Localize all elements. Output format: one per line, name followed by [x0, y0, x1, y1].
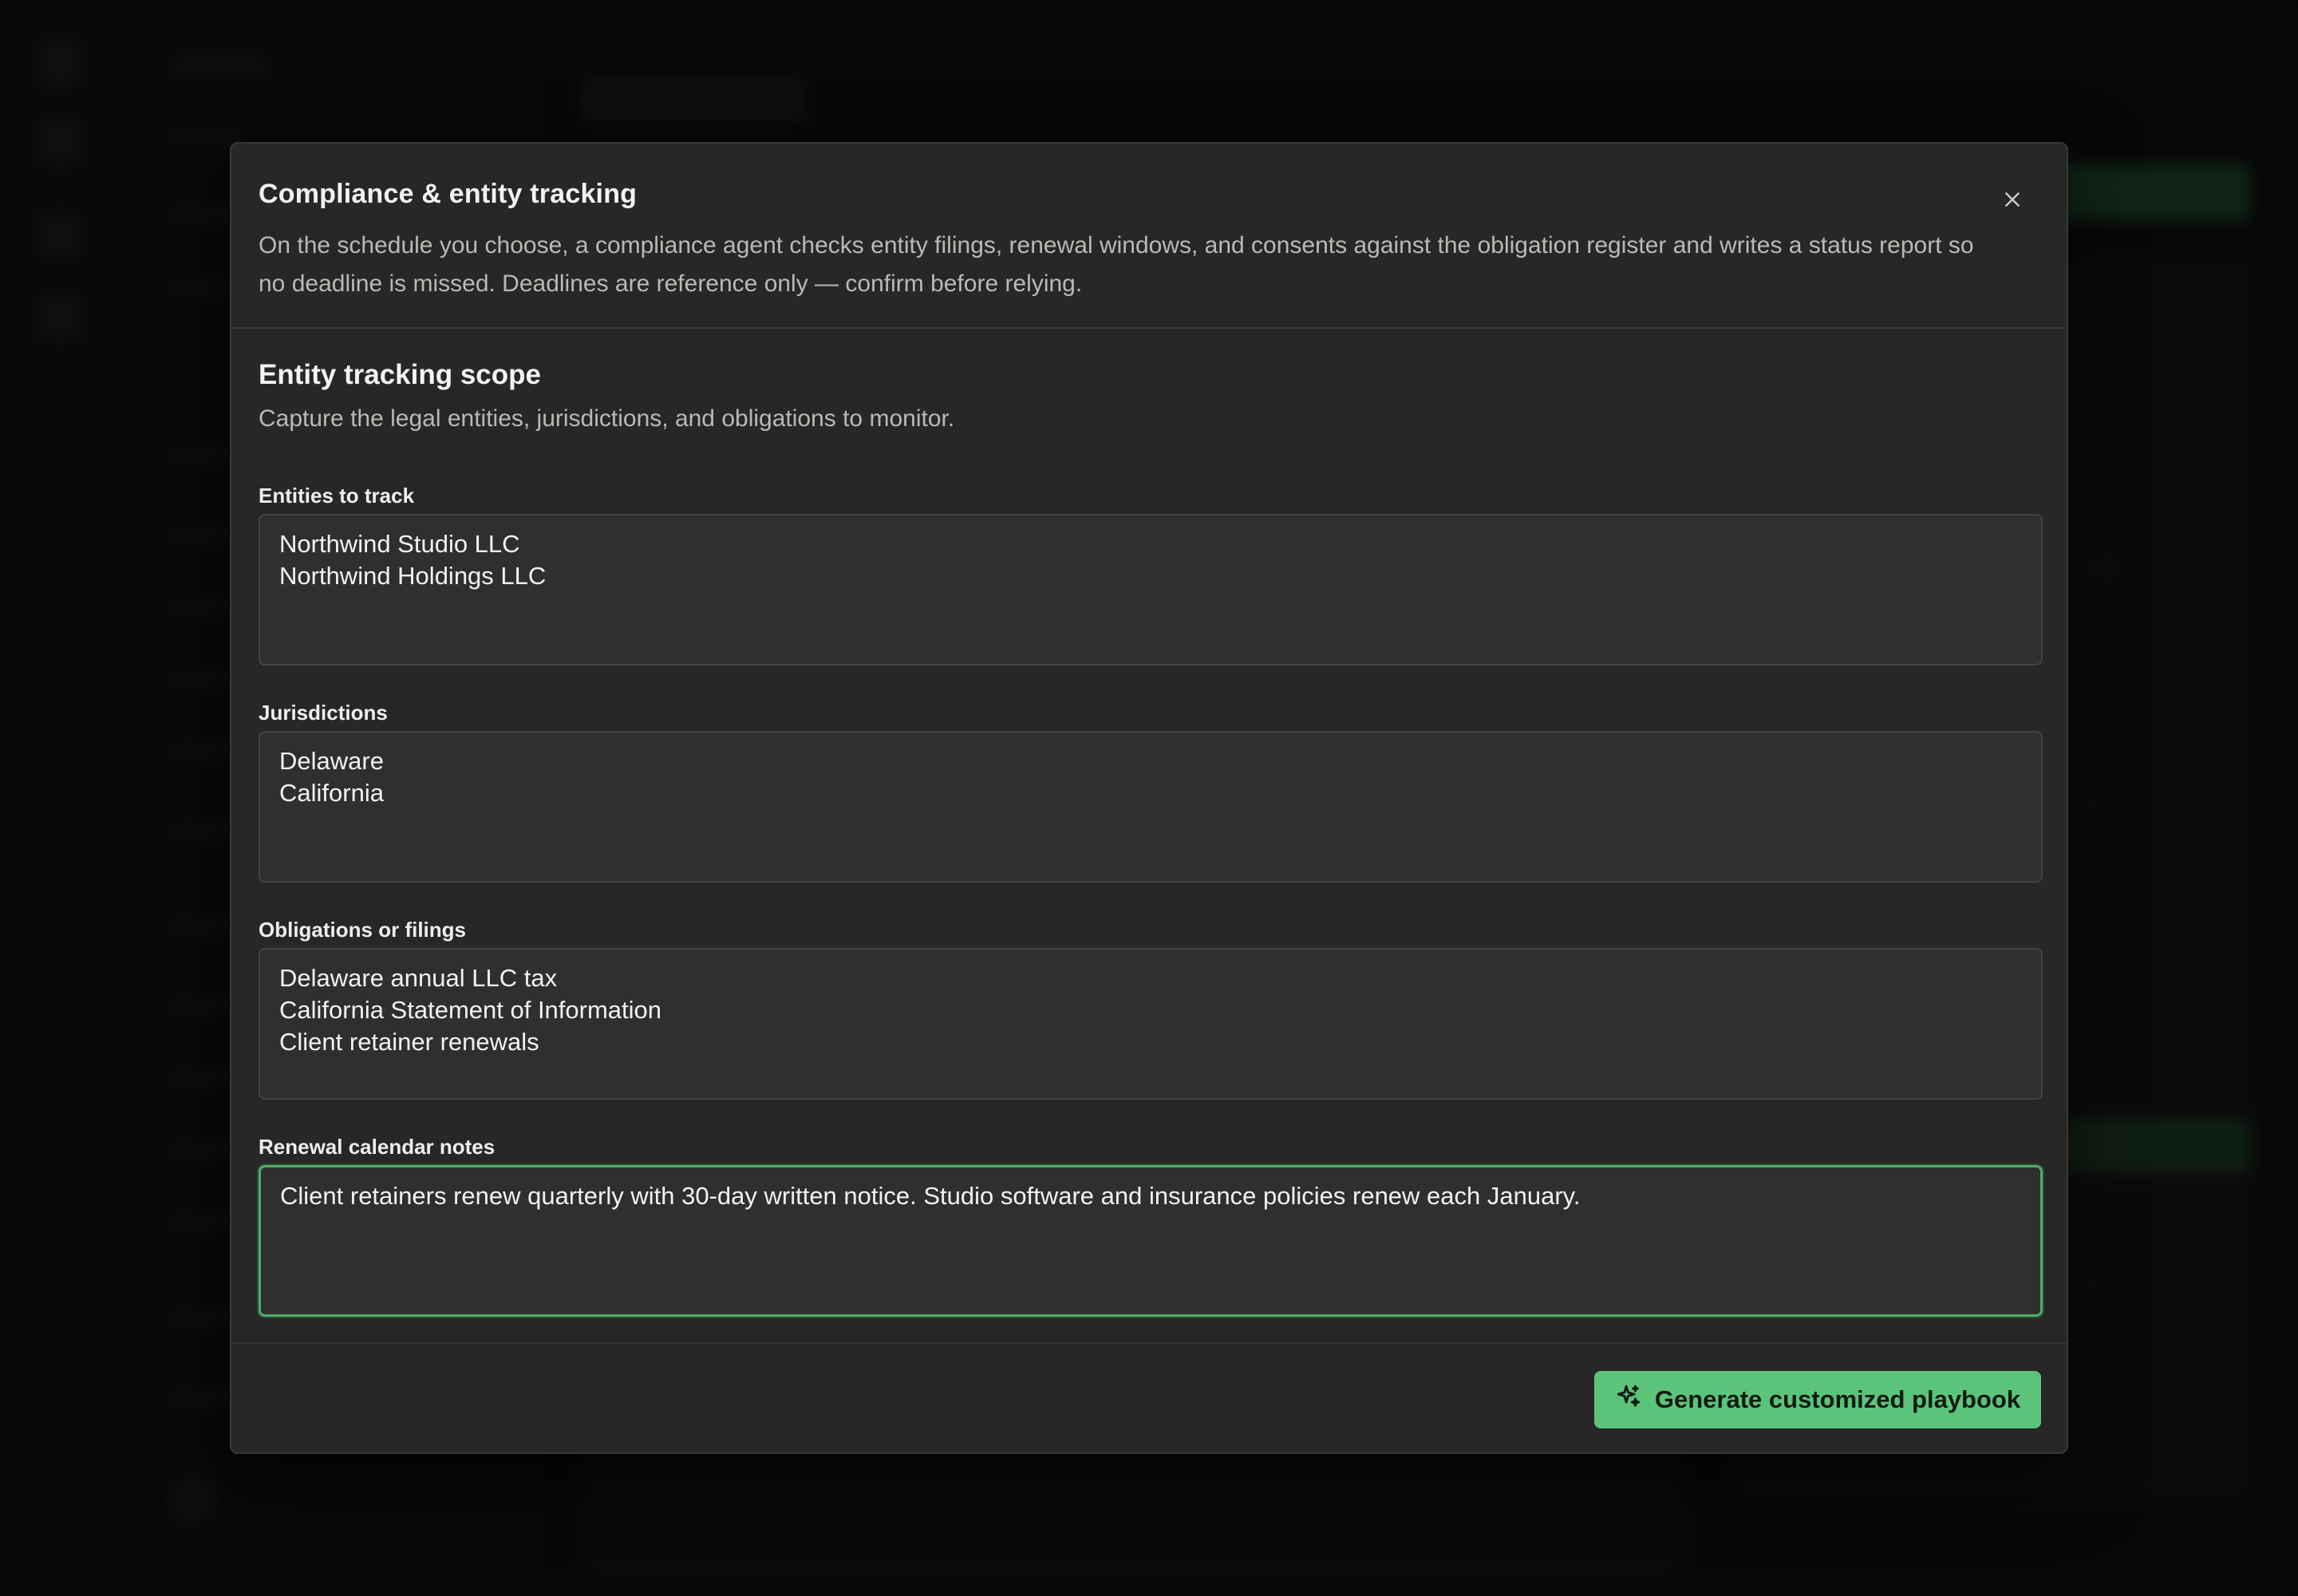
renewal-notes-label: Renewal calendar notes	[259, 1135, 496, 1159]
obligations-textarea[interactable]: Delaware annual LLC tax California State…	[259, 948, 2043, 1100]
close-icon	[2002, 189, 2023, 214]
renewal-notes-textarea[interactable]: Client retainers renew quarterly with 30…	[259, 1165, 2043, 1317]
modal-description: On the schedule you choose, a compliance…	[259, 232, 1974, 297]
section-title: Entity tracking scope	[259, 359, 541, 390]
entities-textarea[interactable]: Northwind Studio LLC Northwind Holdings …	[259, 514, 2043, 666]
footer-divider	[231, 1342, 2067, 1344]
close-button[interactable]	[1992, 180, 2033, 222]
modal-title: Compliance & entity tracking	[259, 179, 638, 209]
generate-playbook-button[interactable]: Generate customized playbook	[1594, 1371, 2041, 1428]
jurisdictions-label: Jurisdictions	[259, 701, 388, 725]
obligations-label: Obligations or filings	[259, 918, 466, 942]
sparkles-icon	[1615, 1383, 1642, 1416]
jurisdictions-textarea[interactable]: Delaware California	[259, 731, 2043, 883]
compliance-modal: Compliance & entity tracking On the sche…	[230, 142, 2068, 1454]
section-description: Capture the legal entities, jurisdiction…	[259, 405, 955, 432]
generate-playbook-label: Generate customized playbook	[1654, 1385, 2021, 1413]
entities-label: Entities to track	[259, 484, 415, 508]
modal-header: Compliance & entity tracking On the sche…	[231, 144, 2067, 329]
